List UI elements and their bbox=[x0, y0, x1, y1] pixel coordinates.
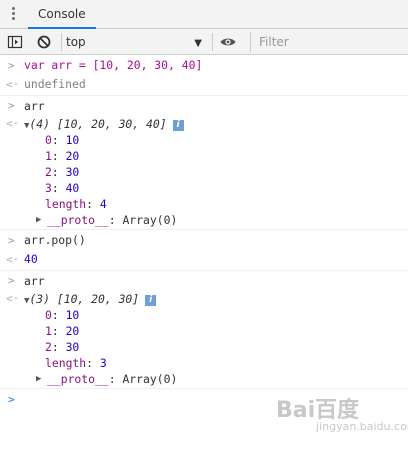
property-value: 20 bbox=[65, 149, 80, 163]
prompt-chevron-icon: > bbox=[8, 234, 15, 247]
property-key: 1 bbox=[45, 149, 52, 163]
property-value: 40 bbox=[65, 181, 80, 195]
property-key: 0 bbox=[45, 308, 52, 322]
toolbar-divider bbox=[212, 33, 213, 51]
property-key: 2 bbox=[45, 165, 52, 179]
sidebar-toggle-icon[interactable] bbox=[6, 33, 24, 51]
property-key: 1 bbox=[45, 324, 52, 338]
info-icon[interactable]: i bbox=[145, 295, 157, 306]
length-value: 4 bbox=[99, 197, 107, 211]
result-arrow-icon: <· bbox=[6, 253, 20, 266]
result-arrow-icon: <· bbox=[6, 292, 20, 305]
info-icon[interactable]: i bbox=[172, 120, 184, 131]
prompt-chevron-icon: > bbox=[8, 99, 15, 112]
command-text[interactable]: arr.pop() bbox=[24, 230, 86, 251]
length-key: length bbox=[45, 356, 87, 370]
console-entry: > arr <· ▼(4) [10, 20, 30, 40] i 0: 10 1:… bbox=[0, 96, 408, 230]
property-key: 2 bbox=[45, 340, 52, 354]
drawer-tabbar: Console bbox=[0, 0, 408, 29]
toolbar-divider bbox=[61, 33, 62, 51]
length-value: 3 bbox=[99, 356, 107, 370]
proto-value: Array(0) bbox=[122, 213, 178, 227]
console-entry: > arr <· ▼(3) [10, 20, 30] i 0: 10 1: 20 … bbox=[0, 271, 408, 389]
dropdown-arrow-icon: ▼ bbox=[194, 38, 202, 49]
property-value: 30 bbox=[65, 340, 80, 354]
proto-key[interactable]: __proto__ bbox=[47, 213, 109, 227]
property-value: 10 bbox=[65, 308, 80, 322]
tab-console[interactable]: Console bbox=[28, 0, 96, 29]
expand-triangle-icon[interactable]: ▶ bbox=[36, 371, 41, 387]
prompt-chevron-icon: > bbox=[8, 59, 15, 72]
input-chevron-icon: > bbox=[8, 393, 15, 406]
command-text[interactable]: arr bbox=[24, 271, 45, 291]
property-value: 30 bbox=[65, 165, 80, 179]
prompt-chevron-icon: > bbox=[8, 274, 15, 287]
eye-icon[interactable] bbox=[219, 33, 237, 51]
clear-console-icon[interactable] bbox=[35, 33, 53, 51]
filter-input[interactable]: Filter bbox=[250, 32, 400, 52]
console-entry: > var arr = [10, 20, 30, 40] <· undefine… bbox=[0, 55, 408, 96]
result-value: 40 bbox=[24, 252, 38, 266]
property-value: 10 bbox=[65, 133, 80, 147]
kebab-menu-icon[interactable] bbox=[9, 7, 17, 23]
expand-triangle-icon[interactable]: ▶ bbox=[36, 212, 41, 228]
property-key: 0 bbox=[45, 133, 52, 147]
context-selector[interactable]: top ▼ bbox=[66, 32, 206, 52]
command-text[interactable]: arr bbox=[24, 96, 45, 116]
proto-key[interactable]: __proto__ bbox=[47, 372, 109, 386]
console-toolbar: top ▼ Filter bbox=[0, 29, 408, 55]
command-text[interactable]: var arr = [10, 20, 30, 40] bbox=[24, 55, 202, 76]
console-output: > var arr = [10, 20, 30, 40] <· undefine… bbox=[0, 55, 408, 411]
length-key: length bbox=[45, 197, 87, 211]
proto-value: Array(0) bbox=[122, 372, 178, 386]
result-value: undefined bbox=[24, 77, 86, 91]
result-arrow-icon: <· bbox=[6, 78, 20, 91]
watermark-url: jingyan.baidu.com bbox=[316, 420, 408, 433]
property-value: 20 bbox=[65, 324, 80, 338]
property-key: 3 bbox=[45, 181, 52, 195]
console-entry: > arr.pop() <· 40 bbox=[0, 230, 408, 271]
context-selector-value: top bbox=[66, 35, 86, 49]
result-arrow-icon: <· bbox=[6, 117, 20, 130]
baidu-watermark: Bai百度 jingyan.baidu.com bbox=[276, 392, 408, 436]
